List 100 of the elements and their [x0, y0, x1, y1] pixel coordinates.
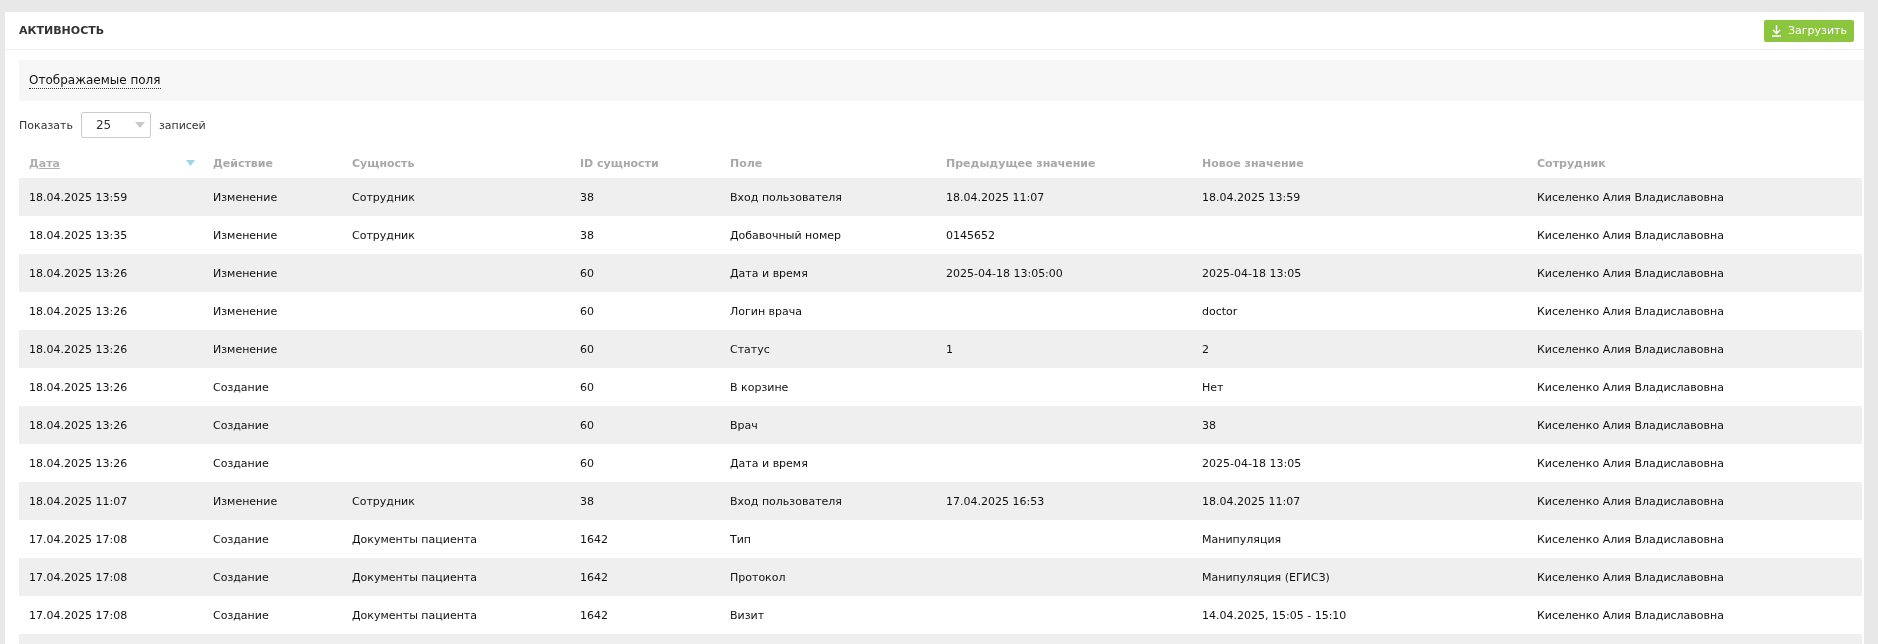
panel-title: АКТИВНОСТЬ: [19, 24, 105, 37]
table-cell: 18.04.2025 13:26: [29, 418, 128, 432]
table-cell: Создание: [213, 380, 269, 394]
table-row[interactable]: 18.04.2025 13:26 Создание 60 В корзине Нет Киселенко Алия Владиславовна: [19, 368, 1862, 406]
table-cell: Дата и время: [730, 266, 808, 280]
table-cell: Киселенко Алия Владиславовна: [1537, 380, 1724, 394]
table-cell: Сотрудник: [352, 494, 415, 508]
records-label: записей: [158, 118, 206, 132]
table-cell: Тип: [730, 532, 752, 546]
table-cell: Изменение: [213, 266, 278, 280]
table-cell: Документы пациента: [352, 570, 477, 584]
table-row[interactable]: 18.04.2025 13:26 Изменение 60 Дата и время 2025-04-18 13:05:00 2025-04-18 13:05 Киселенко Алия Владиславовна: [19, 254, 1862, 292]
table-cell: Создание: [213, 608, 269, 622]
table-cell: Создание: [213, 570, 269, 584]
table-cell: Изменение: [213, 190, 278, 204]
table-cell: 2: [1202, 342, 1209, 356]
table-row[interactable]: 18.04.2025 13:59 Изменение Сотрудник 38 Вход пользователя 18.04.2025 11:07 18.04.2025 13:59 Киселенко Алия Владиславовна: [19, 178, 1862, 216]
table-cell: Документы пациента: [352, 532, 477, 546]
sort-descending-icon: [186, 160, 195, 166]
table-cell: 18.04.2025 13:59: [29, 190, 128, 204]
table-cell: Визит: [730, 608, 765, 622]
table-cell: Создание: [213, 456, 269, 470]
table-cell: Изменение: [213, 228, 278, 242]
table-cell: Изменение: [213, 494, 278, 508]
table-cell: 18.04.2025 13:26: [29, 266, 128, 280]
table-cell: Манипуляция: [1202, 532, 1282, 546]
table-cell: 38: [580, 190, 594, 204]
table-cell: 18.04.2025 13:26: [29, 342, 128, 356]
page-size-select[interactable]: 25: [80, 112, 151, 138]
table-cell: Киселенко Алия Владиславовна: [1537, 608, 1724, 622]
show-label: Показать: [19, 118, 73, 132]
table-cell: 60: [580, 304, 594, 318]
table-cell: Нет: [1202, 380, 1224, 394]
table-cell: 18.04.2025 11:07: [1202, 494, 1301, 508]
table-row[interactable]: 17.04.2025 17:08 Создание Документы пациента 1642 Тип Манипуляция Киселенко Алия Владиславовна: [19, 520, 1862, 558]
table-cell: Вход пользователя: [730, 190, 842, 204]
table-cell: 0145652: [946, 228, 995, 242]
table-cell: Киселенко Алия Владиславовна: [1537, 456, 1724, 470]
table-cell: 2025-04-18 13:05: [1202, 266, 1302, 280]
table-cell: Добавочный номер: [730, 228, 842, 242]
table-cell: Киселенко Алия Владиславовна: [1537, 570, 1724, 584]
table-cell: 60: [580, 266, 594, 280]
table-row[interactable]: 18.04.2025 13:26 Создание 60 Дата и время 2025-04-18 13:05 Киселенко Алия Владиславовна: [19, 444, 1862, 482]
table-cell: 38: [580, 228, 594, 242]
table-cell: Киселенко Алия Владиславовна: [1537, 532, 1724, 546]
table-cell: Создание: [213, 532, 269, 546]
table-cell: Документы пациента: [352, 608, 477, 622]
table-cell: Изменение: [213, 304, 278, 318]
download-icon: [1771, 24, 1783, 37]
table-row[interactable]: 18.04.2025 13:26 Создание 60 Врач 38 Киселенко Алия Владиславовна: [19, 406, 1862, 444]
table-cell: 38: [1202, 418, 1216, 432]
dropdown-caret-icon: [134, 122, 145, 128]
table-cell: Киселенко Алия Владиславовна: [1537, 304, 1724, 318]
table-cell: 17.04.2025 17:08: [29, 570, 128, 584]
table-cell: Сотрудник: [352, 190, 415, 204]
table-cell: 60: [580, 380, 594, 394]
table-cell: Сотрудник: [352, 228, 415, 242]
table-cell: 60: [580, 342, 594, 356]
table-cell: 14.04.2025, 15:05 - 15:10: [1202, 608, 1347, 622]
table-cell: 17.04.2025 17:08: [29, 532, 128, 546]
table-cell: 60: [580, 456, 594, 470]
table-cell: 18.04.2025 13:26: [29, 304, 128, 318]
table-cell: Протокол: [730, 570, 786, 584]
table-cell: 1642: [580, 608, 608, 622]
table-cell: Киселенко Алия Владиславовна: [1537, 418, 1724, 432]
table-row[interactable]: 18.04.2025 11:07 Изменение Сотрудник 38 Вход пользователя 17.04.2025 16:53 18.04.2025 11:07 Киселенко Алия Владиславовна: [19, 482, 1862, 520]
table-cell: 18.04.2025 13:26: [29, 456, 128, 470]
table-cell: 18.04.2025 13:59: [1202, 190, 1301, 204]
table-cell: Манипуляция (ЕГИСЗ): [1202, 570, 1330, 584]
table-cell: Изменение: [213, 342, 278, 356]
table-row[interactable]: 18.04.2025 13:26 Изменение 60 Логин врача doctor Киселенко Алия Владиславовна: [19, 292, 1862, 330]
table-cell: Создание: [213, 418, 269, 432]
table-cell: 1: [946, 342, 953, 356]
table-row[interactable]: 18.04.2025 13:26 Изменение 60 Статус 1 2 Киселенко Алия Владиславовна: [19, 330, 1862, 368]
table-cell: 2025-04-18 13:05: [1202, 456, 1302, 470]
table-cell: Врач: [730, 418, 758, 432]
table-cell: 18.04.2025 11:07: [29, 494, 128, 508]
displayed-fields-link[interactable]: Отображаемые поля: [29, 72, 161, 89]
table-cell: Статус: [730, 342, 770, 356]
table-cell: 1642: [580, 532, 608, 546]
table-cell: Киселенко Алия Владиславовна: [1537, 228, 1724, 242]
table-cell: Киселенко Алия Владиславовна: [1537, 494, 1724, 508]
table-cell: 18.04.2025 13:35: [29, 228, 128, 242]
table-cell: 18.04.2025 11:07: [946, 190, 1045, 204]
table-cell: В корзине: [730, 380, 789, 394]
table-row[interactable]: 17.04.2025 17:08 Создание Документы пациента 1642 Протокол Манипуляция (ЕГИСЗ) Киселенко Алия Владиславовна: [19, 558, 1862, 596]
table-cell: 18.04.2025 13:26: [29, 380, 128, 394]
table-cell: 2025-04-18 13:05:00: [946, 266, 1063, 280]
table-cell: doctor: [1202, 304, 1238, 318]
table-cell: 1642: [580, 570, 608, 584]
table-cell: Вход пользователя: [730, 494, 842, 508]
table-row[interactable]: 17.04.2025 17:08 Создание Документы пациента 1642 Визит 14.04.2025, 15:05 - 15:10 Киселенко Алия Владиславовна: [19, 596, 1862, 634]
table-cell: 38: [580, 494, 594, 508]
table-cell: Киселенко Алия Владиславовна: [1537, 342, 1724, 356]
table-cell: Логин врача: [730, 304, 803, 318]
table-cell: Киселенко Алия Владиславовна: [1537, 266, 1724, 280]
table-cell: 60: [580, 418, 594, 432]
table-row[interactable]: 18.04.2025 13:35 Изменение Сотрудник 38 Добавочный номер 0145652 Киселенко Алия Владиславовна: [19, 216, 1862, 254]
table-cell: 17.04.2025 17:08: [29, 608, 128, 622]
table-cell: Киселенко Алия Владиславовна: [1537, 190, 1724, 204]
